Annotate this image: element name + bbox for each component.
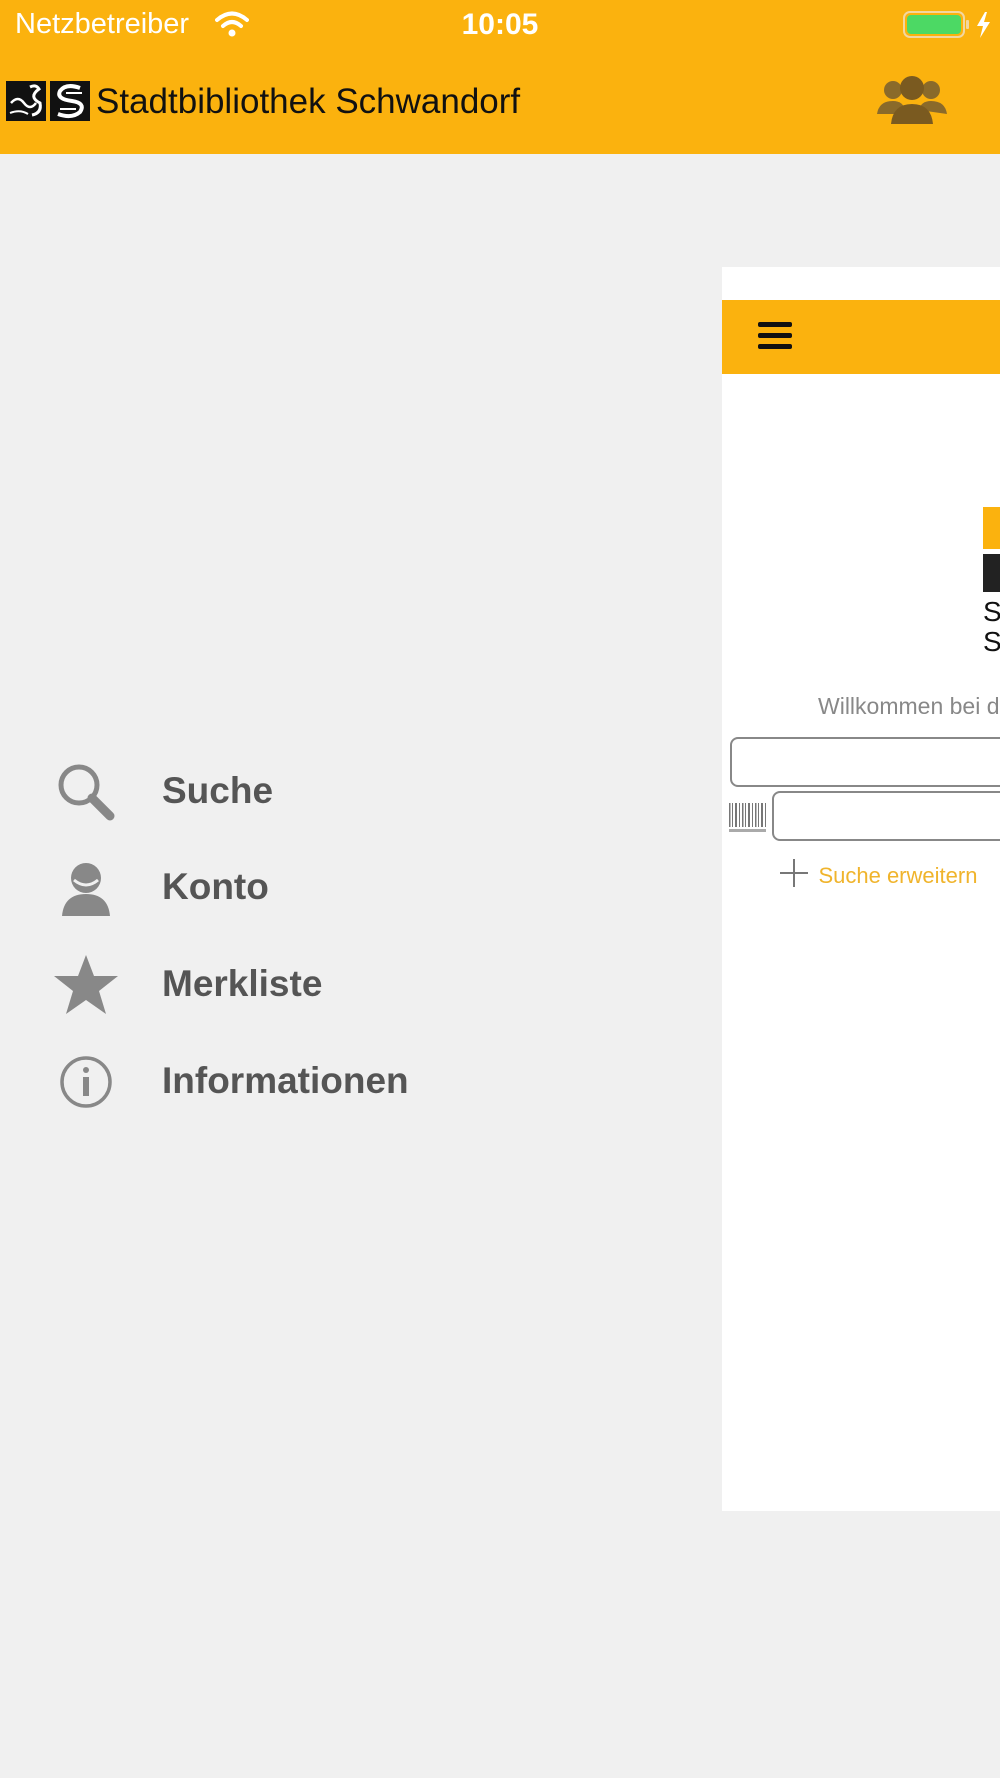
extend-search-label: Suche erweitern xyxy=(818,862,978,888)
menu-item-label: Merkliste xyxy=(162,963,323,1004)
extend-search-button[interactable]: Suche erweitern xyxy=(778,857,977,894)
barcode-search-input[interactable] xyxy=(772,791,1000,841)
menu-item-merkliste[interactable]: Merkliste xyxy=(0,933,600,1029)
app-title: Stadtbibliothek Schwandorf xyxy=(96,82,521,121)
menu-item-informationen[interactable]: Informationen xyxy=(0,1030,600,1126)
library-logo-fragment xyxy=(983,507,1000,549)
library-logo-icon xyxy=(6,81,92,126)
menu-item-suche[interactable]: Suche xyxy=(0,740,600,836)
menu-item-label: Informationen xyxy=(162,1060,409,1101)
library-logo-text: St Sc xyxy=(983,596,1000,657)
menu-item-konto[interactable]: Konto xyxy=(0,836,600,932)
search-icon xyxy=(52,758,120,826)
account-icon xyxy=(52,854,120,922)
status-time: 10:05 xyxy=(461,8,539,41)
main-content-panel[interactable]: St Sc Willkommen bei d Suche erweitern xyxy=(722,267,1000,1511)
battery-charging-icon xyxy=(903,10,995,45)
star-icon xyxy=(52,951,120,1019)
menu-item-label: Konto xyxy=(162,866,269,907)
menu-item-label: Suche xyxy=(162,770,274,811)
info-icon xyxy=(52,1048,120,1116)
users-icon[interactable] xyxy=(875,74,949,131)
search-input[interactable] xyxy=(730,737,1000,787)
barcode-icon[interactable] xyxy=(728,801,768,840)
library-logo-mark xyxy=(983,554,1000,592)
hamburger-icon[interactable] xyxy=(758,322,792,350)
content-toolbar xyxy=(722,300,1000,374)
app-header: Netzbetreiber 10:05 Stadtbibliothek Schw… xyxy=(0,0,1000,154)
plus-icon xyxy=(778,857,810,894)
welcome-text: Willkommen bei d xyxy=(818,693,1000,719)
